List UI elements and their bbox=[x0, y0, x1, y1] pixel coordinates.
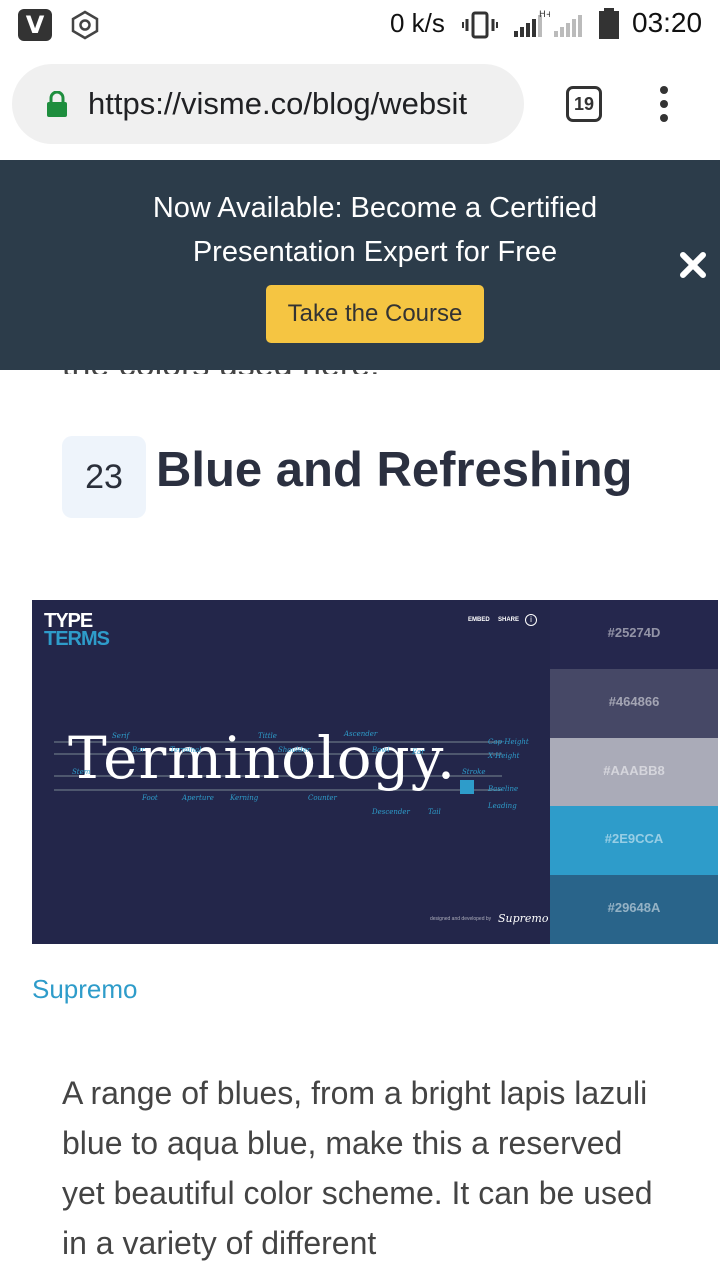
term-label: Ascender bbox=[344, 730, 378, 738]
term-label: Bar bbox=[132, 746, 145, 754]
svg-text:H+: H+ bbox=[539, 10, 550, 20]
share-label: SHARE bbox=[498, 617, 520, 623]
url-text: https://visme.co/blog/websit bbox=[88, 86, 468, 121]
promo-banner: Now Available: Become a Certified Presen… bbox=[0, 160, 720, 370]
term-label: Descender bbox=[372, 808, 410, 816]
color-swatch: #25274D bbox=[550, 600, 718, 669]
section-title: Blue and Refreshing bbox=[156, 443, 633, 497]
term-label: Leading bbox=[488, 802, 517, 810]
vibrate-icon bbox=[462, 11, 498, 39]
overflow-menu-icon[interactable] bbox=[652, 82, 676, 126]
status-bar: V 0 k/s H+ 03:20 bbox=[0, 0, 720, 50]
color-scheme-image: TYPE TERMS EMBED SHARE i Terminology. Se… bbox=[32, 600, 718, 944]
take-course-button[interactable]: Take the Course bbox=[266, 285, 484, 343]
term-label: Kerning bbox=[230, 794, 259, 802]
color-swatch: #464866 bbox=[550, 668, 718, 738]
term-label: Tittle bbox=[258, 732, 277, 740]
term-label: Ear bbox=[412, 748, 425, 756]
article-body: A range of blues, from a bright lapis la… bbox=[62, 1075, 653, 1261]
color-swatch: #AAABB8 bbox=[550, 737, 718, 807]
term-label: Serif bbox=[112, 732, 130, 740]
credit-text: designed and developed by bbox=[430, 916, 492, 922]
color-swatch: #29648A bbox=[550, 875, 718, 944]
term-label: Bowl bbox=[372, 746, 390, 754]
clock: 03:20 bbox=[632, 7, 703, 38]
credit-brand: Supremo bbox=[498, 912, 549, 925]
browser-toolbar: https://visme.co/blog/websit 19 bbox=[0, 50, 720, 160]
logo-bottom: TERMS bbox=[44, 628, 110, 650]
term-label: Stem bbox=[72, 768, 91, 776]
term-label: Tail bbox=[428, 808, 441, 816]
term-label: Shoulder bbox=[278, 746, 311, 754]
term-label: Cap-Height bbox=[488, 738, 529, 746]
section-number-badge: 23 bbox=[62, 436, 146, 518]
tab-switcher-button[interactable]: 19 bbox=[566, 86, 602, 122]
embed-label: EMBED bbox=[468, 617, 490, 623]
term-label: Counter bbox=[308, 794, 337, 802]
battery-icon bbox=[599, 8, 619, 39]
image-source-link[interactable]: Supremo bbox=[32, 974, 138, 1005]
term-label: Stroke bbox=[462, 768, 486, 776]
term-label: Baseline bbox=[488, 785, 519, 793]
signal-icon: H+ bbox=[514, 10, 550, 37]
hexagon-icon bbox=[71, 10, 99, 40]
term-label: Terminal bbox=[170, 746, 202, 754]
address-bar[interactable]: https://visme.co/blog/websit bbox=[12, 64, 524, 144]
info-icon: i bbox=[525, 614, 537, 626]
app-v-icon: V bbox=[18, 9, 52, 41]
color-swatch: #2E9CCA bbox=[550, 806, 718, 876]
signal-icon-2 bbox=[554, 15, 582, 37]
network-speed: 0 k/s bbox=[390, 8, 445, 38]
banner-text: Now Available: Become a Certified Presen… bbox=[152, 192, 598, 268]
term-label: X-Height bbox=[488, 752, 520, 760]
close-icon[interactable] bbox=[678, 250, 708, 280]
type-terms-logo: TYPE TERMS bbox=[44, 611, 110, 650]
term-label: Aperture bbox=[182, 794, 214, 802]
term-label: Foot bbox=[142, 794, 158, 802]
lock-icon bbox=[47, 91, 67, 117]
image-artwork: TYPE TERMS EMBED SHARE i Terminology. Se… bbox=[32, 600, 550, 944]
